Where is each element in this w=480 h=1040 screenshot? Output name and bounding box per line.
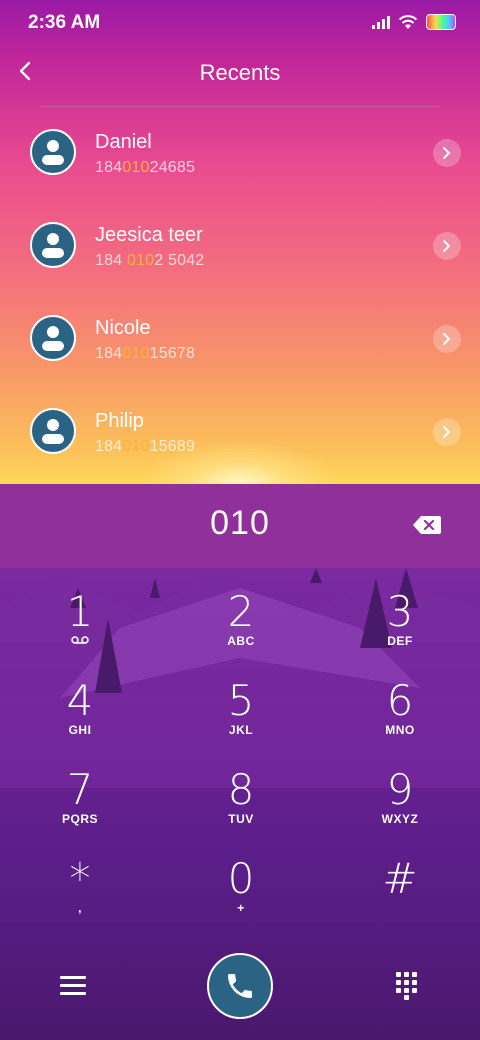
key-1[interactable]: 1 <box>20 588 140 668</box>
dialpad-grid-icon[interactable] <box>396 972 418 1000</box>
chevron-right-icon <box>443 147 451 159</box>
person-icon <box>30 129 76 175</box>
key-6[interactable]: 6 MNO <box>340 677 460 757</box>
chevron-right-icon <box>443 426 451 438</box>
app-header: Recents <box>0 44 480 104</box>
recent-row-philip[interactable]: Philip 18401015689 <box>0 390 480 483</box>
recents-list: Daniel 18401024685 Jeesica teer 184 0102… <box>0 111 480 483</box>
recent-row-nicole[interactable]: Nicole 18401015678 <box>0 297 480 390</box>
recent-row-daniel[interactable]: Daniel 18401024685 <box>0 111 480 204</box>
dial-input-bar: 010 <box>0 484 480 568</box>
key-5[interactable]: 5 JKL <box>181 677 301 757</box>
contact-number: 18401015678 <box>95 345 196 362</box>
phone-icon <box>228 974 252 998</box>
person-icon <box>30 408 76 454</box>
contact-details-button[interactable] <box>433 232 461 260</box>
backspace-button[interactable] <box>412 514 442 536</box>
key-8[interactable]: 8 TUV <box>181 766 301 846</box>
bottom-action-bar <box>0 950 480 1040</box>
backspace-icon <box>413 516 441 534</box>
dialed-number[interactable]: 010 <box>0 504 480 543</box>
status-time: 2:36 AM <box>28 12 101 33</box>
person-icon <box>30 222 76 268</box>
recent-row-jeesica-teer[interactable]: Jeesica teer 184 0102 5042 <box>0 204 480 297</box>
contact-name: Philip <box>95 410 144 432</box>
contact-details-button[interactable] <box>433 325 461 353</box>
key-hash[interactable]: # <box>340 855 460 935</box>
key-3[interactable]: 3 DEF <box>340 588 460 668</box>
contact-number: 18401015689 <box>95 438 196 455</box>
key-star[interactable]: * , <box>20 855 140 935</box>
key-0[interactable]: 0 + <box>181 855 301 935</box>
header-divider <box>40 106 440 107</box>
contact-number: 18401024685 <box>95 159 196 176</box>
key-9[interactable]: 9 WXYZ <box>340 766 460 846</box>
wifi-icon <box>398 15 418 29</box>
contact-name: Daniel <box>95 131 152 153</box>
voicemail-icon <box>71 636 89 644</box>
battery-icon <box>426 14 456 30</box>
chevron-right-icon <box>443 240 451 252</box>
contact-name: Nicole <box>95 317 151 339</box>
status-bar: 2:36 AM <box>0 0 480 44</box>
menu-icon[interactable] <box>60 976 86 998</box>
contact-number: 184 0102 5042 <box>95 252 205 269</box>
call-button[interactable] <box>207 953 273 1019</box>
page-title: Recents <box>199 60 281 85</box>
key-2[interactable]: 2 ABC <box>181 588 301 668</box>
contact-details-button[interactable] <box>433 139 461 167</box>
key-7[interactable]: 7 PQRS <box>20 766 140 846</box>
key-4[interactable]: 4 GHI <box>20 677 140 757</box>
person-icon <box>30 315 76 361</box>
contact-details-button[interactable] <box>433 418 461 446</box>
contact-name: Jeesica teer <box>95 224 203 246</box>
signal-icon <box>372 15 390 29</box>
status-icons <box>372 12 456 32</box>
chevron-right-icon <box>443 333 451 345</box>
